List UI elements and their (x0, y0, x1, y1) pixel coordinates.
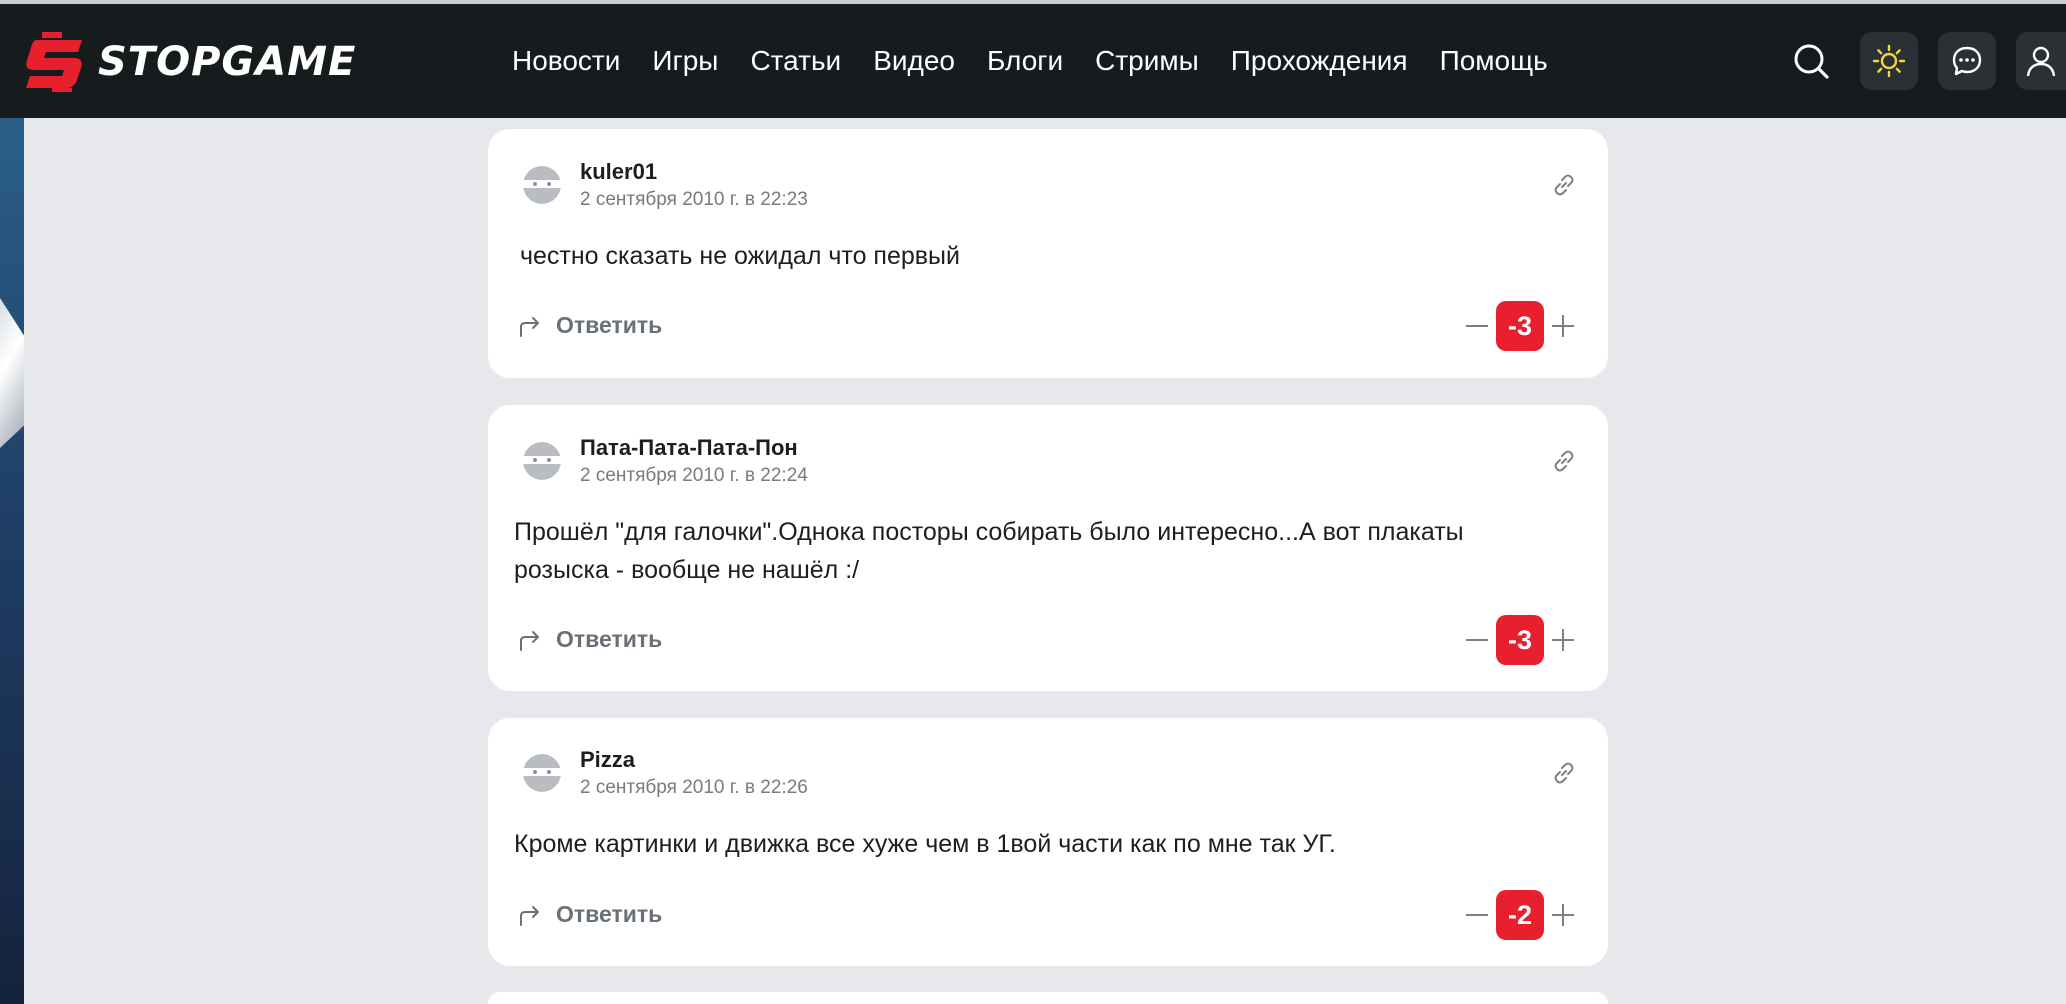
comment-card-partial (488, 992, 1608, 1004)
logo-mark-icon (22, 32, 90, 92)
reply-label: Ответить (556, 312, 663, 338)
nav-item-help[interactable]: Помощь (1440, 45, 1548, 77)
main-nav: Новости Игры Статьи Видео Блоги Стримы П… (512, 4, 1580, 118)
comment-card: Pizza 2 сентября 2010 г. в 22:26 Кроме к… (488, 718, 1608, 966)
reply-label: Ответить (556, 901, 663, 927)
chat-button[interactable] (1938, 32, 1996, 90)
link-icon[interactable] (1550, 447, 1578, 475)
minus-icon (1466, 914, 1488, 916)
minus-icon (1466, 639, 1488, 641)
logo-text: STOPGAME (98, 39, 357, 85)
avatar[interactable] (522, 441, 562, 481)
link-icon[interactable] (1550, 759, 1578, 787)
comment-card: Пата-Пата-Пата-Пон 2 сентября 2010 г. в … (488, 405, 1608, 691)
search-button[interactable] (1782, 32, 1840, 90)
vote-up-button[interactable] (1548, 311, 1578, 341)
link-icon[interactable] (1550, 171, 1578, 199)
user-button[interactable] (2016, 32, 2066, 90)
nav-item-blogs[interactable]: Блоги (987, 45, 1063, 77)
vote-up-button[interactable] (1548, 625, 1578, 655)
site-header: STOPGAME Новости Игры Статьи Видео Блоги… (0, 4, 2066, 118)
theme-toggle-button[interactable] (1860, 32, 1918, 90)
user-icon (2026, 46, 2056, 77)
nav-item-articles[interactable]: Статьи (750, 45, 841, 77)
reply-icon (520, 316, 539, 337)
site-logo[interactable]: STOPGAME (22, 32, 356, 92)
vote-up-button[interactable] (1548, 900, 1578, 930)
comment-score: -2 (1496, 890, 1544, 940)
plus-icon (1552, 315, 1574, 337)
nav-item-walkthroughs[interactable]: Прохождения (1231, 45, 1408, 77)
comment-text: честно сказать не ожидал что первый (520, 242, 960, 270)
comment-author[interactable]: Pizza (580, 747, 635, 773)
avatar[interactable] (522, 165, 562, 205)
nav-item-video[interactable]: Видео (873, 45, 955, 77)
comment-text: Кроме картинки и движка все хуже чем в 1… (514, 830, 1336, 858)
reply-label: Ответить (556, 626, 663, 652)
vote-down-button[interactable] (1462, 625, 1492, 655)
vote-control: -3 (1462, 301, 1578, 351)
comment-date[interactable]: 2 сентября 2010 г. в 22:24 (580, 465, 808, 487)
avatar[interactable] (522, 753, 562, 793)
reply-icon (520, 905, 539, 926)
reply-button[interactable]: Ответить (518, 901, 662, 928)
comment-author[interactable]: Пата-Пата-Пата-Пон (580, 435, 798, 461)
comment-date[interactable]: 2 сентября 2010 г. в 22:26 (580, 777, 808, 799)
comment-author[interactable]: kuler01 (580, 159, 657, 185)
comment-score: -3 (1496, 615, 1544, 665)
vote-down-button[interactable] (1462, 900, 1492, 930)
minus-icon (1466, 325, 1488, 327)
background-art (0, 118, 24, 1004)
vote-down-button[interactable] (1462, 311, 1492, 341)
plus-icon (1552, 904, 1574, 926)
reply-button[interactable]: Ответить (518, 312, 662, 339)
chat-icon (1952, 46, 1982, 76)
nav-item-news[interactable]: Новости (512, 45, 620, 77)
nav-item-streams[interactable]: Стримы (1095, 45, 1199, 77)
vote-control: -3 (1462, 615, 1578, 665)
nav-item-games[interactable]: Игры (652, 45, 718, 77)
plus-icon (1552, 629, 1574, 651)
comment-text: Прошёл "для галочки".Однока посторы соби… (514, 518, 1464, 584)
sun-icon (1872, 44, 1906, 78)
vote-control: -2 (1462, 890, 1578, 940)
comment-score: -3 (1496, 301, 1544, 351)
reply-button[interactable]: Ответить (518, 626, 662, 653)
comment-card: kuler01 2 сентября 2010 г. в 22:23 честн… (488, 129, 1608, 378)
comment-date[interactable]: 2 сентября 2010 г. в 22:23 (580, 189, 808, 211)
header-actions (1762, 4, 2066, 118)
reply-icon (520, 630, 539, 651)
search-icon (1794, 44, 1829, 79)
